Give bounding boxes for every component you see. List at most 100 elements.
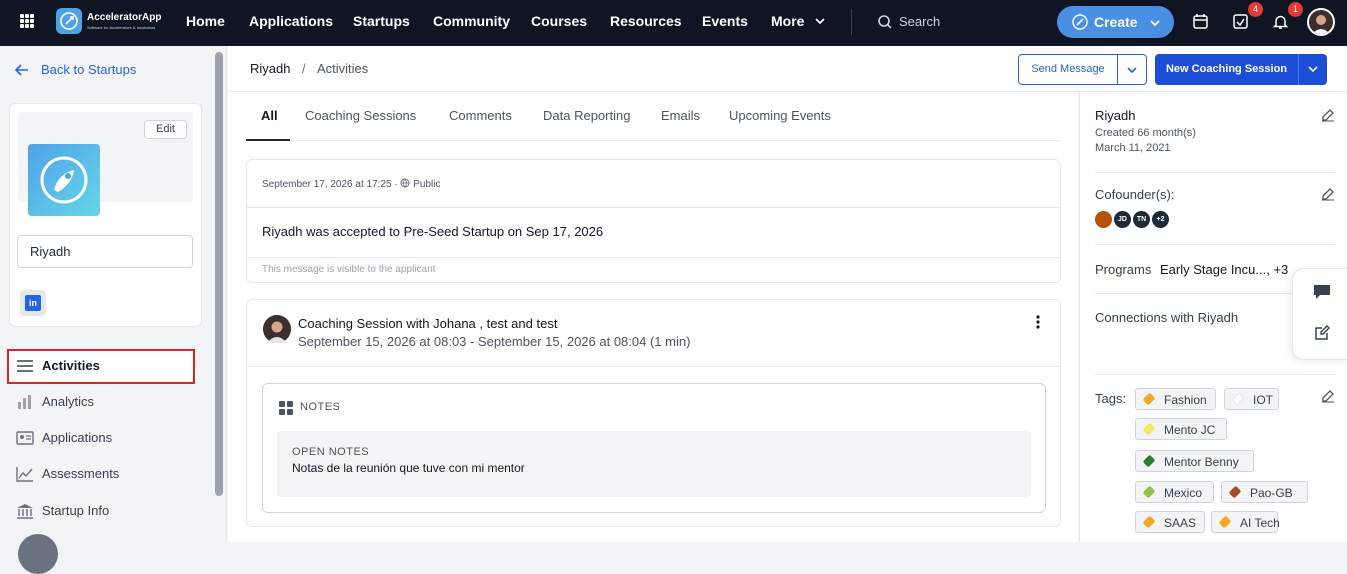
tag-chip[interactable]: AI Tech <box>1211 511 1280 533</box>
create-button[interactable]: Create <box>1057 6 1174 38</box>
session-time: September 15, 2026 at 08:03 - September … <box>298 334 691 349</box>
notes-header: NOTES <box>300 401 341 413</box>
cofounder-avatar-photo[interactable] <box>1095 211 1112 228</box>
nav-home[interactable]: Home <box>186 13 225 29</box>
open-notes-label: OPEN NOTES <box>292 446 370 458</box>
search-input[interactable]: Search <box>899 14 940 29</box>
compose-icon[interactable] <box>1313 324 1331 342</box>
nav-more[interactable]: More <box>771 13 826 29</box>
programs-label: Programs <box>1095 262 1152 277</box>
divider <box>247 366 1060 367</box>
tabs-divider <box>246 140 1060 141</box>
linkedin-glyph: in <box>25 295 41 311</box>
tag-label: Mentor Benny <box>1164 455 1239 469</box>
edit-icon[interactable] <box>1321 187 1335 201</box>
tag-chip[interactable]: IOT <box>1224 388 1279 410</box>
visibility-note: This message is visible to the applicant <box>262 264 436 275</box>
nav-courses[interactable]: Courses <box>531 13 587 29</box>
activity-date: September 17, 2026 at 17:25 <box>262 179 392 190</box>
tag-label: SAAS <box>1164 516 1197 530</box>
floating-actions <box>1292 268 1347 360</box>
page-subheader: Riyadh / Activities Send Message New Coa… <box>228 46 1347 92</box>
brand-logo-icon[interactable] <box>56 8 82 34</box>
edit-icon[interactable] <box>1321 108 1335 122</box>
tag-label: Pao-GB <box>1250 486 1293 500</box>
tag-icon <box>1142 454 1156 468</box>
calendar-icon[interactable] <box>1192 13 1209 30</box>
notifications-badge: 1 <box>1288 2 1303 17</box>
breadcrumb-root[interactable]: Riyadh <box>250 61 290 76</box>
new-coaching-session-button[interactable]: New Coaching Session <box>1155 54 1298 85</box>
tag-chip[interactable]: SAAS <box>1135 511 1205 533</box>
breadcrumb-separator: / <box>302 61 306 76</box>
menu-lines-icon <box>17 360 33 372</box>
tab-emails[interactable]: Emails <box>661 108 700 123</box>
bar-chart-icon <box>18 395 31 409</box>
back-link-label: Back to Startups <box>41 62 137 77</box>
send-message-dropdown[interactable] <box>1117 54 1147 85</box>
divider <box>1095 172 1335 173</box>
open-notes-body: Notas de la reunión que tuve con mi ment… <box>292 461 525 475</box>
coach-avatar[interactable] <box>263 315 291 343</box>
user-avatar[interactable] <box>1307 8 1335 36</box>
tab-all[interactable]: All <box>261 108 278 123</box>
brand-name[interactable]: AcceleratorApp <box>87 12 161 23</box>
tag-chip[interactable]: Mento JC <box>1135 418 1227 440</box>
programs-value[interactable]: Early Stage Incu..., +3 <box>1160 262 1288 277</box>
created-date: March 11, 2021 <box>1095 142 1171 154</box>
connections-label: Connections with Riyadh <box>1095 310 1239 325</box>
apps-grid-icon[interactable] <box>20 14 34 28</box>
activity-card-coaching-session: Coaching Session with Johana , test and … <box>246 299 1061 527</box>
bell-icon[interactable] <box>1272 13 1289 30</box>
tag-icon <box>1142 392 1156 406</box>
session-title[interactable]: Coaching Session with Johana , test and … <box>298 316 557 331</box>
tasks-check-icon[interactable] <box>1232 13 1249 30</box>
nav-community[interactable]: Community <box>433 13 510 29</box>
tag-icon <box>1142 422 1156 436</box>
new-coaching-dropdown[interactable] <box>1298 54 1327 85</box>
sidebar-item-label: Activities <box>42 358 100 373</box>
tag-chip[interactable]: Pao-GB <box>1221 481 1308 503</box>
tab-coaching-sessions[interactable]: Coaching Sessions <box>305 108 416 123</box>
startup-title: Riyadh <box>1095 108 1136 123</box>
startup-profile-card: Edit Riyadh in <box>9 103 202 327</box>
tag-chip[interactable]: Mexico <box>1135 481 1214 503</box>
help-avatar[interactable] <box>18 534 58 574</box>
edit-icon[interactable] <box>1321 389 1335 403</box>
tag-label: Fashion <box>1164 393 1207 407</box>
cofounder-avatar[interactable]: JD <box>1114 211 1131 228</box>
linkedin-icon[interactable]: in <box>20 290 46 316</box>
nav-divider <box>851 9 852 35</box>
open-notes-block: OPEN NOTES Notas de la reunión que tuve … <box>277 431 1031 497</box>
id-card-icon <box>16 431 34 445</box>
chevron-down-icon <box>1308 66 1318 73</box>
nav-applications[interactable]: Applications <box>249 13 333 29</box>
nav-startups[interactable]: Startups <box>353 13 410 29</box>
sidebar-item-label: Startup Info <box>42 503 110 518</box>
tab-data-reporting[interactable]: Data Reporting <box>543 108 630 123</box>
tab-upcoming-events[interactable]: Upcoming Events <box>729 108 831 123</box>
chevron-down-icon <box>1150 20 1160 27</box>
divider <box>247 207 1060 208</box>
nav-events[interactable]: Events <box>702 13 748 29</box>
chat-bubble-icon[interactable] <box>1312 283 1332 301</box>
activities-highlight-box <box>7 349 195 384</box>
tab-comments[interactable]: Comments <box>449 108 512 123</box>
more-options-icon[interactable] <box>1036 315 1040 329</box>
chevron-down-icon <box>815 18 825 25</box>
edit-cover-button[interactable]: Edit <box>144 120 187 139</box>
startup-name-field[interactable]: Riyadh <box>17 235 193 268</box>
tag-chip[interactable]: Mentor Benny <box>1135 450 1254 472</box>
tag-icon <box>1142 485 1156 499</box>
nav-resources[interactable]: Resources <box>610 13 682 29</box>
activity-message: Riyadh was accepted to Pre-Seed Startup … <box>262 224 604 239</box>
cofounder-avatar[interactable]: TN <box>1133 211 1150 228</box>
activities-feed: All Coaching Sessions Comments Data Repo… <box>228 92 1078 542</box>
tag-label: Mento JC <box>1164 423 1216 437</box>
globe-icon <box>400 178 410 188</box>
tag-chip[interactable]: Fashion <box>1135 388 1216 410</box>
sidebar-scrollbar[interactable] <box>215 52 223 496</box>
cofounder-more[interactable]: +2 <box>1152 211 1169 228</box>
send-message-button[interactable]: Send Message <box>1018 54 1118 85</box>
search-icon[interactable] <box>877 14 893 30</box>
